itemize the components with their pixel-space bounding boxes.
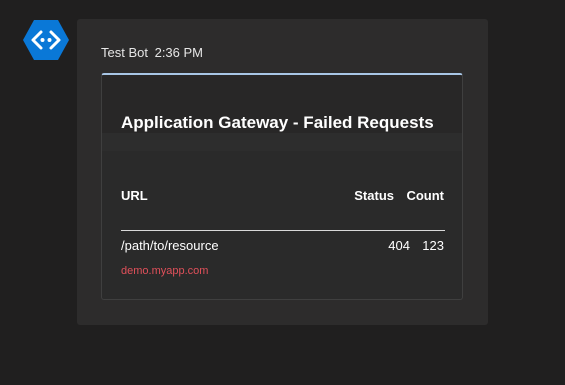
message-time: 2:36 PM bbox=[154, 45, 204, 60]
column-header-count: Count bbox=[406, 188, 444, 203]
message-bubble: Test Bot 2:36 PM Application Gateway - F… bbox=[77, 19, 488, 325]
table-header: URL Status Count bbox=[121, 188, 445, 205]
bot-avatar bbox=[22, 19, 70, 61]
card-title: Application Gateway - Failed Requests bbox=[121, 113, 434, 132]
column-header-status: Status bbox=[354, 188, 394, 203]
cell-url: /path/to/resource bbox=[121, 238, 219, 253]
adaptive-card: Application Gateway - Failed Requests UR… bbox=[101, 73, 463, 300]
bot-name: Test Bot bbox=[101, 45, 148, 60]
failed-requests-table: URL Status Count /path/to/resource 404 1… bbox=[121, 188, 445, 277]
app-link[interactable]: demo.myapp.com bbox=[121, 265, 208, 277]
chat-window: Test Bot 2:36 PM Application Gateway - F… bbox=[0, 0, 565, 385]
cell-status: 404 bbox=[388, 238, 410, 253]
column-header-url: URL bbox=[121, 188, 148, 203]
table-divider bbox=[121, 230, 445, 231]
cell-count: 123 bbox=[422, 238, 444, 253]
azure-bot-icon bbox=[23, 20, 69, 60]
table-row: /path/to/resource 404 123 bbox=[121, 238, 445, 255]
message-meta: Test Bot 2:36 PM bbox=[101, 45, 203, 60]
card-header: Application Gateway - Failed Requests bbox=[102, 75, 462, 151]
